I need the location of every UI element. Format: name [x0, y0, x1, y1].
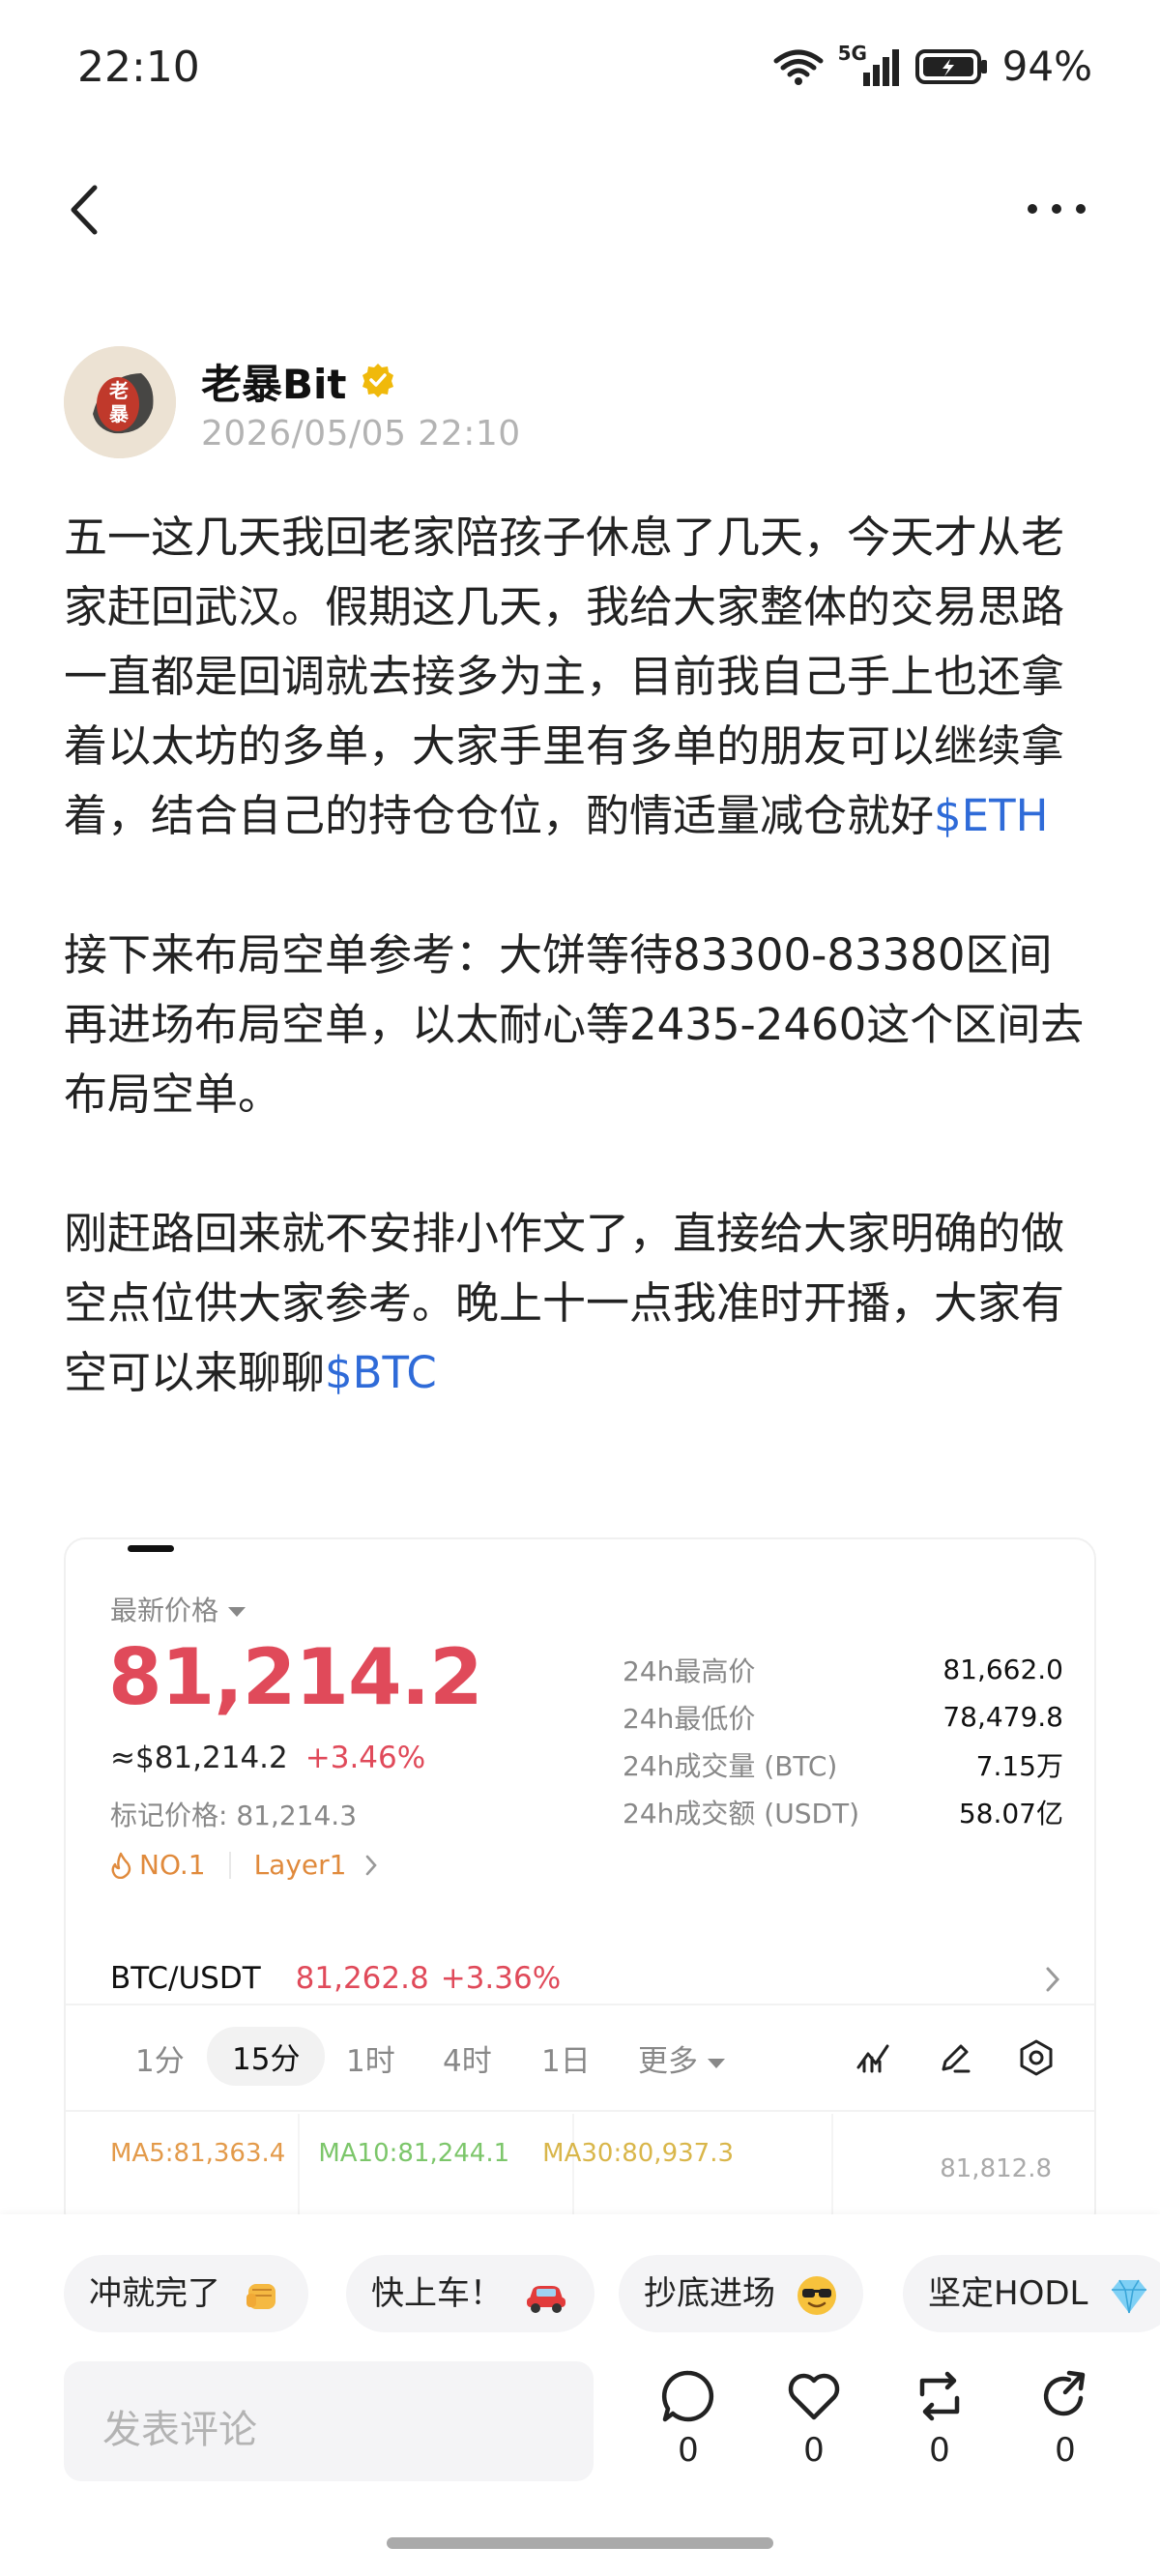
- stat-row: 24h成交额 (USDT) 58.07亿: [623, 1797, 1063, 1830]
- battery-percent: 94%: [1001, 43, 1092, 90]
- stats-table: 24h最高价 81,662.0 24h最低价 78,479.8 24h成交量 (BT…: [623, 1646, 1063, 1835]
- pair-name: BTC/USDT: [110, 1961, 261, 1996]
- author-name[interactable]: 老暴Bit: [201, 352, 347, 411]
- quick-reply-row: 冲就完了 快上车！ 抄底进场 坚定HODL: [64, 2255, 1160, 2332]
- post-paragraph: 刚赶路回来就不安排小作文了，直接给大家明确的做空点位供大家参考。晚上十一点我准时…: [64, 1199, 1088, 1408]
- category-chip[interactable]: Layer1: [254, 1849, 347, 1881]
- tab-more[interactable]: 更多: [638, 2036, 725, 2080]
- quick-reply-button[interactable]: 抄底进场: [619, 2255, 863, 2332]
- quick-reply-button[interactable]: 坚定HODL: [903, 2255, 1160, 2332]
- tab-4h[interactable]: 4时: [443, 2036, 492, 2080]
- cashtag-btc[interactable]: $BTC: [325, 1347, 437, 1398]
- quick-reply-button[interactable]: 冲就完了: [64, 2255, 308, 2332]
- card-handle: [128, 1545, 174, 1552]
- settings-icon[interactable]: [1017, 2038, 1056, 2077]
- post-body: 五一这几天我回老家陪孩子休息了几天，今天才从老家赶回武汉。假期这几天，我给大家整…: [64, 503, 1088, 1408]
- ma5-value: MA5:81,363.4: [110, 2139, 286, 2168]
- status-time: 22:10: [77, 43, 200, 92]
- chevron-right-icon: [366, 1855, 378, 1875]
- stat-row: 24h最高价 81,662.0: [623, 1654, 1063, 1687]
- repost-action[interactable]: 0: [901, 2367, 978, 2470]
- wifi-icon: [773, 49, 824, 85]
- back-button[interactable]: [60, 178, 108, 242]
- repost-icon: [919, 2371, 960, 2421]
- comment-input[interactable]: 发表评论: [64, 2361, 594, 2481]
- quick-reply-button[interactable]: 快上车！: [346, 2255, 594, 2332]
- post-paragraph: 接下来布局空单参考：大饼等待83300-83380区间再进场布局空单，以太耐心等…: [64, 929, 1085, 1120]
- tab-1d[interactable]: 1日: [541, 2036, 591, 2080]
- car-emoji-icon: [526, 2285, 566, 2313]
- home-indicator[interactable]: [387, 2537, 773, 2549]
- pair-change: +3.36%: [440, 1961, 562, 1996]
- timeframe-tabs: 1分 15分 1时 4时 1日 更多: [66, 2007, 1094, 2104]
- comment-action[interactable]: 0: [650, 2367, 727, 2470]
- verified-badge-icon: [362, 364, 393, 397]
- tab-15m[interactable]: 15分: [207, 2027, 326, 2086]
- trading-pair-row[interactable]: BTC/USDT 81,262.8 +3.36%: [110, 1940, 1067, 2017]
- chevron-right-icon: [1046, 1967, 1060, 1992]
- post-paragraph: 五一这几天我回老家陪孩子休息了几天，今天才从老家赶回武汉。假期这几天，我给大家整…: [64, 503, 1088, 851]
- status-bar: 22:10 5G 94%: [0, 0, 1160, 145]
- share-icon: [1043, 2370, 1086, 2416]
- indicator-icon[interactable]: [855, 2038, 893, 2077]
- status-icons: 5G 94%: [772, 42, 1092, 90]
- comment-count: 0: [678, 2431, 699, 2470]
- like-action[interactable]: 0: [775, 2367, 853, 2470]
- flame-icon: [111, 1852, 131, 1879]
- post-text: 五一这几天我回老家陪孩子休息了几天，今天才从老家赶回武汉。假期这几天，我给大家整…: [64, 512, 1065, 841]
- avatar[interactable]: 老暴: [64, 346, 176, 458]
- divider: [66, 2004, 1094, 2005]
- latest-price: 81,214.2: [108, 1632, 483, 1722]
- tab-1m[interactable]: 1分: [135, 2036, 185, 2080]
- divider: [66, 2110, 1094, 2112]
- ma-indicators: MA5:81,363.4 MA10:81,244.1 MA30:80,937.3: [110, 2139, 734, 2168]
- caret-down-icon: [228, 1607, 246, 1617]
- comment-bubble-icon: [661, 2370, 714, 2422]
- post-text: 刚赶路回来就不安排小作文了，直接给大家明确的做空点位供大家参考。晚上十一点我准时…: [64, 1208, 1065, 1398]
- stat-row: 24h成交量 (BTC) 7.15万: [623, 1749, 1063, 1782]
- cellular-signal-icon: 5G: [838, 42, 902, 88]
- axis-price-label: 81,812.8: [940, 2154, 1052, 2183]
- comment-placeholder: 发表评论: [102, 2408, 257, 2452]
- latest-price-selector[interactable]: 最新价格: [110, 1590, 246, 1628]
- share-action[interactable]: 0: [1027, 2367, 1104, 2470]
- sunglasses-emoji-icon: [797, 2275, 836, 2315]
- market-card[interactable]: 最新价格 81,214.2 ≈$81,214.2 +3.46% 标记价格: 81,…: [64, 1537, 1096, 2234]
- ma10-value: MA10:81,244.1: [318, 2139, 510, 2168]
- share-count: 0: [1055, 2431, 1076, 2470]
- draw-pencil-icon[interactable]: [936, 2038, 974, 2077]
- more-button[interactable]: [1023, 190, 1090, 228]
- chevron-left-icon: [71, 185, 98, 235]
- tab-1h[interactable]: 1时: [346, 2036, 395, 2080]
- post-timestamp: 2026/05/05 22:10: [201, 414, 521, 454]
- diamond-emoji-icon: [1112, 2279, 1147, 2313]
- caret-down-icon: [708, 2058, 725, 2068]
- fist-emoji-icon: [246, 2283, 276, 2309]
- pair-price: 81,262.8: [295, 1961, 429, 1996]
- heart-icon: [788, 2373, 840, 2420]
- stat-row: 24h最低价 78,479.8: [623, 1701, 1063, 1735]
- battery-icon: [914, 48, 987, 84]
- rank-chip[interactable]: NO.1: [139, 1849, 206, 1881]
- price-change: +3.46%: [304, 1741, 426, 1775]
- cashtag-eth[interactable]: $ETH: [934, 790, 1048, 841]
- usd-price-line: ≈$81,214.2 +3.46%: [110, 1741, 426, 1775]
- coin-chips: NO.1 Layer1: [110, 1849, 381, 1881]
- mark-price: 标记价格: 81,214.3: [110, 1800, 358, 1831]
- ma30-value: MA30:80,937.3: [542, 2139, 734, 2168]
- like-count: 0: [803, 2431, 825, 2470]
- repost-count: 0: [929, 2431, 950, 2470]
- bottom-panel: 冲就完了 快上车！ 抄底进场 坚定HODL 发表评论 0 0 0 0: [0, 2214, 1160, 2576]
- more-horizontal-icon: [1028, 204, 1086, 214]
